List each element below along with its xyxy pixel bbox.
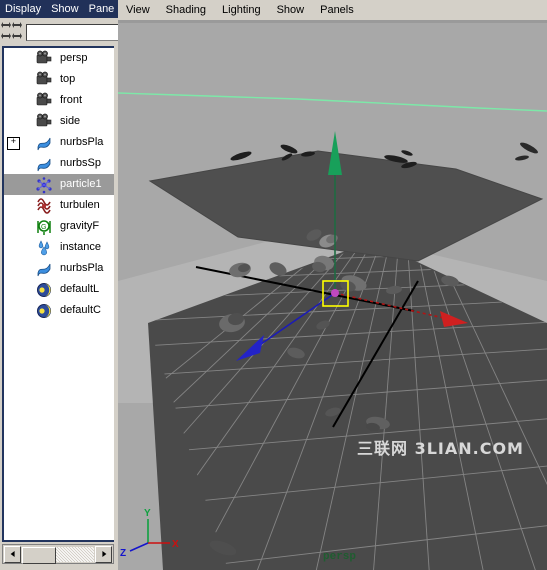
camera-icon [34, 113, 54, 131]
perspective-viewport-panel: View Shading Lighting Show Panels Y X Z … [118, 0, 547, 570]
outliner-item-persp[interactable]: persp [4, 48, 114, 69]
outliner-item-side[interactable]: side [4, 111, 114, 132]
scroll-left-arrow-icon[interactable] [4, 545, 21, 563]
outliner-item-label: side [60, 115, 81, 127]
nurbs-surface-icon [34, 155, 54, 173]
camera-icon [34, 92, 54, 110]
scrollbar-track[interactable] [22, 546, 94, 564]
outliner-toolbar [0, 19, 174, 45]
outliner-item-label: nurbsPla [60, 262, 104, 274]
light-set-icon [34, 281, 54, 299]
expand-collapse-arrows-icon[interactable] [0, 20, 26, 44]
outliner-item-label: particle1 [60, 178, 102, 190]
outliner-item-front[interactable]: front [4, 90, 114, 111]
outliner-item-label: defaultL [60, 283, 100, 295]
camera-icon [34, 50, 54, 68]
menu-display[interactable]: Display [0, 3, 46, 15]
outliner-item-label: top [60, 73, 76, 85]
viewport-menu-bar: View Shading Lighting Show Panels [118, 0, 547, 20]
camera-name-label: persp [323, 551, 357, 563]
outliner-item-label: gravityF [60, 220, 100, 232]
particle-icon [34, 176, 54, 194]
outliner-item-label: persp [60, 52, 88, 64]
viewport-scene: Y X Z [118, 23, 547, 570]
viewport-3d-canvas[interactable]: Y X Z 三联网 3LIAN.COM persp [118, 23, 547, 570]
nurbs-surface-icon [34, 134, 54, 152]
outliner-item-instance[interactable]: instance [4, 237, 114, 258]
menu-panels[interactable]: Panels [312, 4, 362, 16]
outliner-item-turbulen[interactable]: turbulen [4, 195, 114, 216]
outliner-item-particle1[interactable]: particle1 [4, 174, 114, 195]
camera-icon [34, 71, 54, 89]
outliner-item-label: nurbsPla [60, 136, 104, 148]
outliner-horizontal-scrollbar[interactable] [2, 544, 114, 564]
outliner-panel: Display Show Pane persp top front side + nurb… [0, 0, 174, 570]
outliner-menu-bar: Display Show Pane [0, 0, 118, 18]
axis-gizmo-z-label: Z [120, 548, 126, 559]
outliner-item-gravityf[interactable]: GgravityF [4, 216, 114, 237]
outliner-item-label: defaultC [60, 304, 101, 316]
outliner-item-nurbspla[interactable]: + nurbsPla [4, 132, 114, 153]
instancer-icon [34, 239, 54, 257]
outliner-item-label: nurbsSp [60, 157, 101, 169]
light-set-icon [34, 302, 54, 320]
axis-gizmo-x-label: X [172, 539, 179, 550]
outliner-item-label: instance [60, 241, 101, 253]
outliner-item-defaultc[interactable]: defaultC [4, 300, 114, 321]
menu-panels[interactable]: Pane [84, 3, 118, 15]
nurbs-surface-icon [34, 260, 54, 278]
turbulence-field-icon [34, 197, 54, 215]
watermark-text: 三联网 3LIAN.COM [357, 439, 524, 458]
menu-show[interactable]: Show [46, 3, 84, 15]
menu-shading[interactable]: Shading [158, 4, 214, 16]
axis-gizmo-y-label: Y [144, 508, 151, 519]
menu-view[interactable]: View [118, 4, 158, 16]
menu-lighting[interactable]: Lighting [214, 4, 269, 16]
outliner-item-top[interactable]: top [4, 69, 114, 90]
menu-show[interactable]: Show [269, 4, 313, 16]
scroll-right-arrow-icon[interactable] [95, 545, 112, 563]
outliner-item-label: turbulen [60, 199, 100, 211]
gravity-field-icon: G [34, 218, 54, 236]
manipulator-origin-dot [331, 289, 339, 297]
outliner-item-label: front [60, 94, 83, 106]
svg-text:G: G [41, 224, 46, 231]
outliner-list[interactable]: persp top front side + nurbsPla nurbsSp particl… [2, 46, 114, 542]
expand-plus-icon[interactable]: + [7, 137, 20, 150]
scrollbar-thumb[interactable] [22, 546, 56, 564]
outliner-item-nurbspla[interactable]: nurbsPla [4, 258, 114, 279]
application-window: Display Show Pane persp top front side + nurb… [0, 0, 547, 570]
outliner-item-defaultl[interactable]: defaultL [4, 279, 114, 300]
outliner-item-nurbssp[interactable]: nurbsSp [4, 153, 114, 174]
